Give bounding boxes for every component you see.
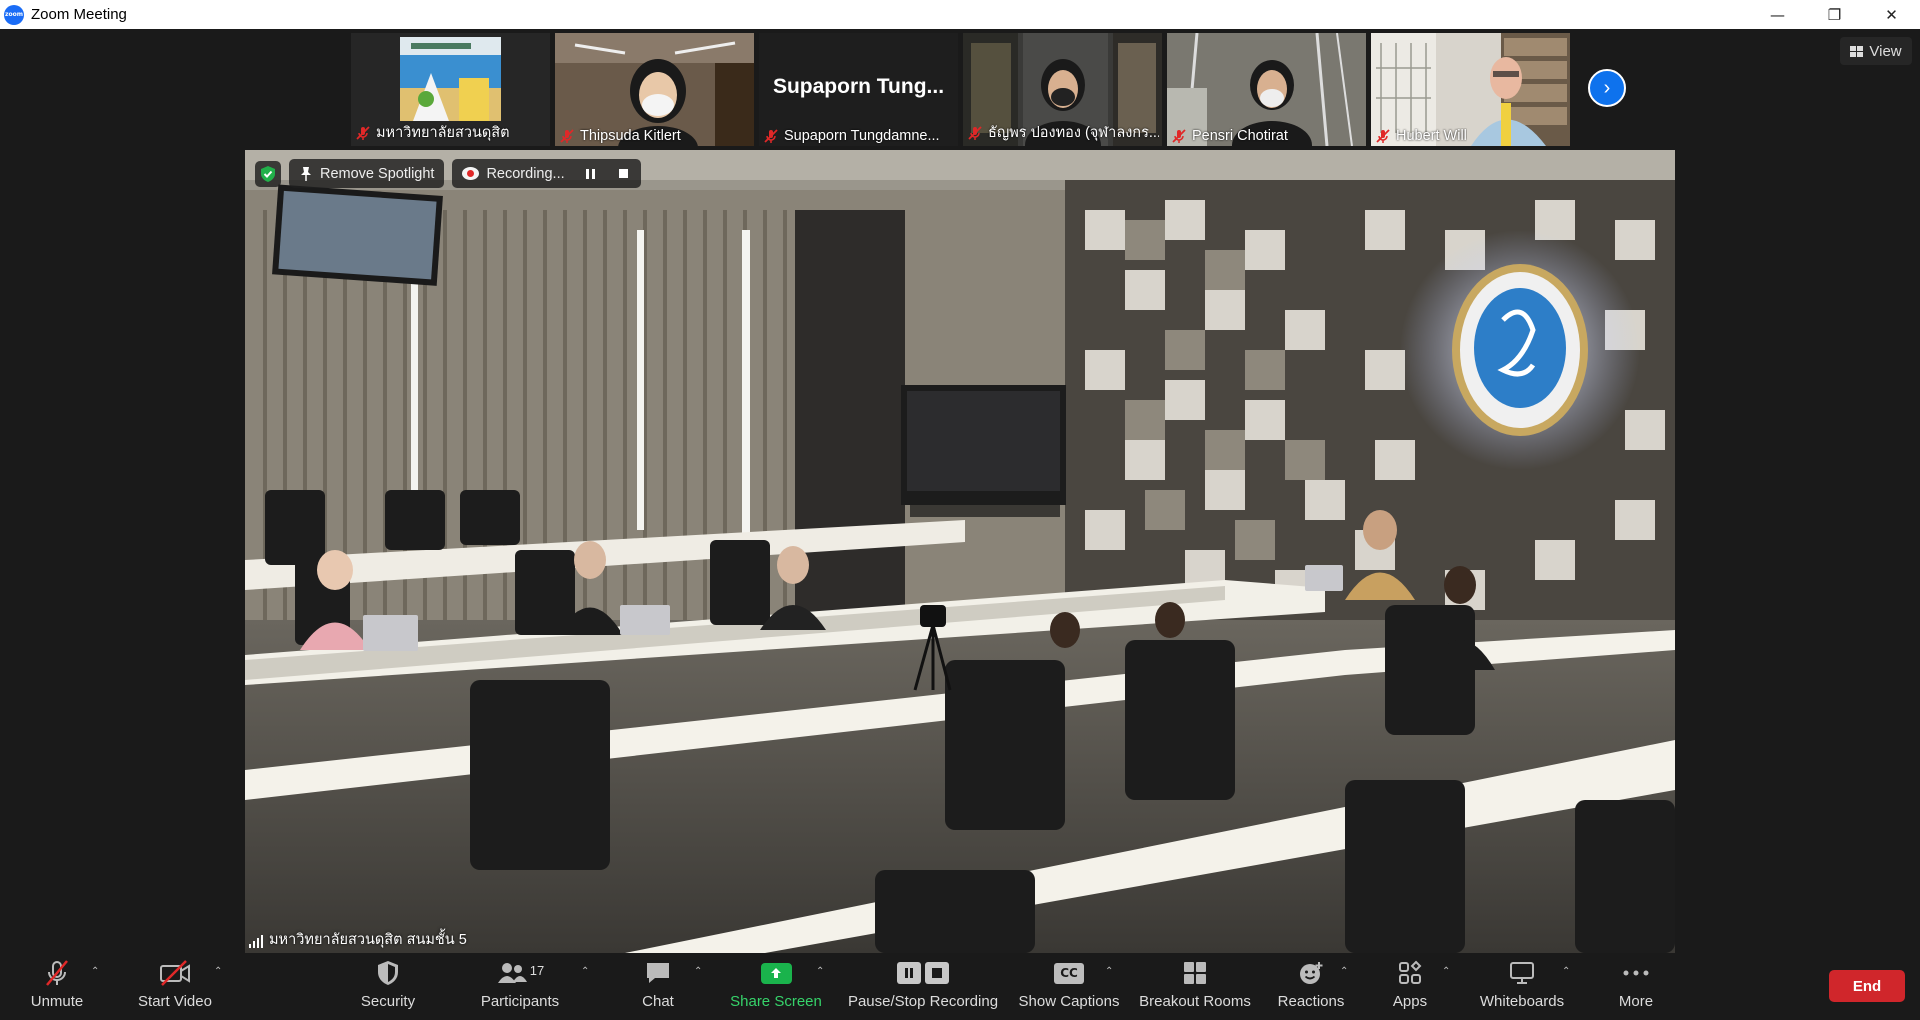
participant-name: Supaporn Tungdamne... (763, 128, 940, 144)
video-camera-off-icon (160, 960, 190, 986)
spotlight-video[interactable]: Remove Spotlight Recording... มหาวิทยาลั… (245, 150, 1675, 953)
more-dots-icon (1623, 970, 1649, 976)
recording-indicator: Recording... (452, 159, 641, 188)
captions-caret-icon[interactable]: ⌃ (1105, 966, 1113, 977)
minimize-button[interactable]: — (1749, 0, 1806, 29)
mic-muted-icon (560, 129, 574, 143)
encryption-shield-icon[interactable] (255, 160, 281, 187)
share-caret-icon[interactable]: ⌃ (816, 966, 824, 977)
next-page-arrow-icon[interactable]: › (1588, 69, 1626, 107)
mic-muted-icon (1172, 129, 1186, 143)
restore-button[interactable]: ❐ (1806, 0, 1863, 29)
participant-name: Pensri Chotirat (1171, 128, 1288, 144)
mic-muted-icon (764, 129, 778, 143)
window-title: Zoom Meeting (31, 6, 127, 23)
share-screen-icon (760, 962, 792, 984)
view-button[interactable]: View (1840, 37, 1912, 65)
chat-caret-icon[interactable]: ⌃ (694, 966, 702, 977)
whiteboards-caret-icon[interactable]: ⌃ (1562, 966, 1570, 977)
speaker-label: มหาวิทยาลัยสวนดุสิต สนมชั้น 5 (249, 928, 467, 951)
participant-display-name: Supaporn Tung... (772, 75, 945, 98)
participant-thumbnail[interactable]: Thipsuda Kitlert (555, 33, 754, 146)
participant-thumbnail[interactable]: ธัญพร ปองทอง (จุฬาลงกร... (963, 33, 1162, 146)
participant-thumbnail[interactable]: มหาวิทยาลัยสวนดุสิต (351, 33, 550, 146)
mic-muted-icon (1376, 129, 1390, 143)
closed-captions-icon: CC (1054, 962, 1084, 984)
reaction-smiley-icon (1300, 962, 1323, 984)
breakout-rooms-icon (1184, 962, 1206, 984)
show-captions-button[interactable]: CC Show Captions (1018, 953, 1120, 1020)
participant-name: Thipsuda Kitlert (559, 128, 681, 144)
stop-recording-button[interactable] (611, 163, 637, 185)
pause-stop-recording-button[interactable]: Pause/Stop Recording (846, 953, 1000, 1020)
title-bar: zoom Zoom Meeting — ❐ ✕ (0, 0, 1920, 29)
signal-strength-icon (249, 935, 263, 948)
start-video-button[interactable]: Start Video (132, 953, 218, 1020)
zoom-logo-icon: zoom (4, 4, 24, 25)
participant-name: มหาวิทยาลัยสวนดุสิต (355, 121, 510, 144)
participant-thumbnail[interactable]: Pensri Chotirat (1167, 33, 1366, 146)
reactions-button[interactable]: Reactions (1276, 953, 1346, 1020)
conference-room-scene (245, 150, 1675, 953)
remove-spotlight-button[interactable]: Remove Spotlight (289, 159, 445, 188)
grid-view-icon (1850, 45, 1864, 57)
meeting-toolbar: Unmute ⌃ Start Video ⌃ Security 17 Parti… (0, 953, 1920, 1020)
share-screen-button[interactable]: Share Screen (728, 953, 824, 1020)
participant-name: ธัญพร ปองทอง (จุฬาลงกร... (967, 121, 1159, 144)
recording-dot-icon (462, 167, 480, 180)
participant-thumbnail[interactable]: Supaporn Tung... Supaporn Tungdamne... (759, 33, 958, 146)
more-button[interactable]: More (1612, 953, 1660, 1020)
stop-icon (619, 169, 629, 178)
chat-bubble-icon (647, 963, 669, 983)
pause-icon (897, 962, 921, 984)
participant-thumbnail[interactable]: Hubert Will (1371, 33, 1570, 146)
participants-icon (497, 963, 527, 983)
window-controls: — ❐ ✕ (1749, 0, 1920, 29)
apps-icon (1399, 960, 1422, 984)
participant-name: Hubert Will (1375, 128, 1467, 144)
pin-icon (301, 166, 311, 181)
participant-strip: มหาวิทยาลัยสวนดุสิต Thipsuda Kitlert Sup… (0, 29, 1920, 150)
apps-button[interactable]: Apps (1388, 953, 1432, 1020)
video-controls: Remove Spotlight Recording... (255, 159, 641, 188)
audio-options-caret-icon[interactable]: ⌃ (91, 966, 99, 977)
apps-caret-icon[interactable]: ⌃ (1442, 966, 1450, 977)
whiteboards-button[interactable]: Whiteboards (1476, 953, 1568, 1020)
whiteboard-icon (1510, 962, 1534, 984)
end-meeting-button[interactable]: End (1829, 970, 1905, 1002)
participants-button[interactable]: 17 Participants (478, 953, 562, 1020)
pause-recording-button[interactable] (578, 163, 604, 185)
stop-icon (925, 962, 949, 984)
breakout-rooms-button[interactable]: Breakout Rooms (1138, 953, 1252, 1020)
participants-caret-icon[interactable]: ⌃ (581, 966, 589, 977)
mic-muted-icon (968, 125, 982, 140)
participant-count: 17 (529, 963, 545, 978)
video-options-caret-icon[interactable]: ⌃ (214, 966, 222, 977)
close-button[interactable]: ✕ (1863, 0, 1920, 29)
mic-muted-icon (356, 125, 370, 140)
reactions-caret-icon[interactable]: ⌃ (1340, 966, 1348, 977)
pause-icon (586, 168, 596, 179)
microphone-muted-icon (46, 960, 68, 986)
chat-button[interactable]: Chat (636, 953, 680, 1020)
security-button[interactable]: Security (352, 953, 424, 1020)
shield-icon (378, 961, 398, 985)
unmute-button[interactable]: Unmute (22, 953, 92, 1020)
